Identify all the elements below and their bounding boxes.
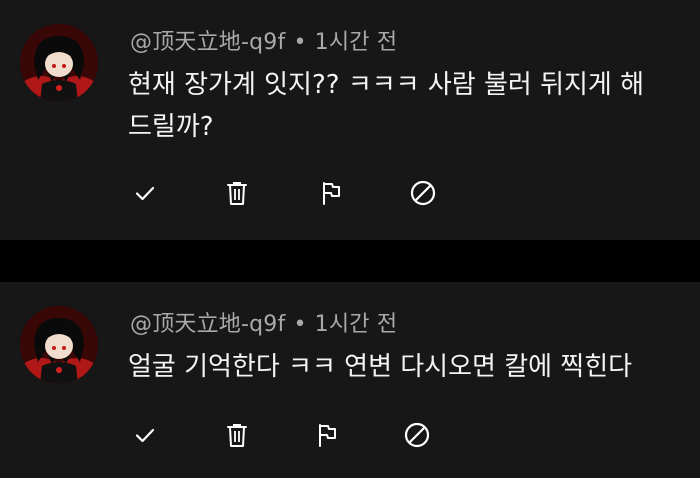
- avatar[interactable]: [20, 306, 98, 384]
- timestamp: 1시간 전: [314, 312, 398, 337]
- report-button[interactable]: [310, 418, 344, 452]
- block-icon: [410, 180, 436, 206]
- comment-moderation-view: @顶天立地-q9f • 1시간 전 현재 장가계 잇지?? ㅋㅋㅋ 사람 불러 뒤지…: [0, 0, 700, 478]
- report-button[interactable]: [314, 176, 348, 210]
- trash-icon: [227, 182, 247, 205]
- meta-separator: •: [293, 30, 307, 55]
- avatar[interactable]: [20, 24, 98, 102]
- trash-icon: [227, 424, 247, 447]
- comment-text: 얼굴 기억한다 ㅋㅋ 연변 다시오면 칼에 찍힌다: [128, 352, 633, 382]
- timestamp: 1시간 전: [314, 30, 398, 55]
- username[interactable]: @顶天立地-q9f: [130, 312, 285, 337]
- comment-card: @顶天立地-q9f • 1시간 전 얼굴 기억한다 ㅋㅋ 연변 다시오면 칼에 찍힌…: [0, 282, 700, 478]
- check-icon: [135, 186, 155, 201]
- delete-button[interactable]: [220, 418, 254, 452]
- avatar-image: [20, 306, 98, 384]
- delete-button[interactable]: [220, 176, 254, 210]
- block-button[interactable]: [400, 418, 434, 452]
- meta-separator: •: [293, 312, 307, 337]
- flag-icon: [319, 424, 336, 447]
- block-button[interactable]: [406, 176, 440, 210]
- username[interactable]: @顶天立地-q9f: [130, 30, 285, 55]
- flag-icon: [323, 182, 340, 205]
- approve-button[interactable]: [128, 418, 162, 452]
- avatar-image: [20, 24, 98, 102]
- comment-text: 현재 장가계 잇지?? ㅋㅋㅋ 사람 불러 뒤지게 해 드릴까?: [128, 70, 645, 142]
- comment-meta: @顶天立地-q9f • 1시간 전: [130, 306, 397, 338]
- comment-card: @顶天立地-q9f • 1시간 전 현재 장가계 잇지?? ㅋㅋㅋ 사람 불러 뒤지…: [0, 0, 700, 240]
- comment-meta: @顶天立地-q9f • 1시간 전: [130, 24, 397, 56]
- block-icon: [404, 422, 430, 448]
- approve-button[interactable]: [128, 176, 162, 210]
- check-icon: [135, 428, 155, 443]
